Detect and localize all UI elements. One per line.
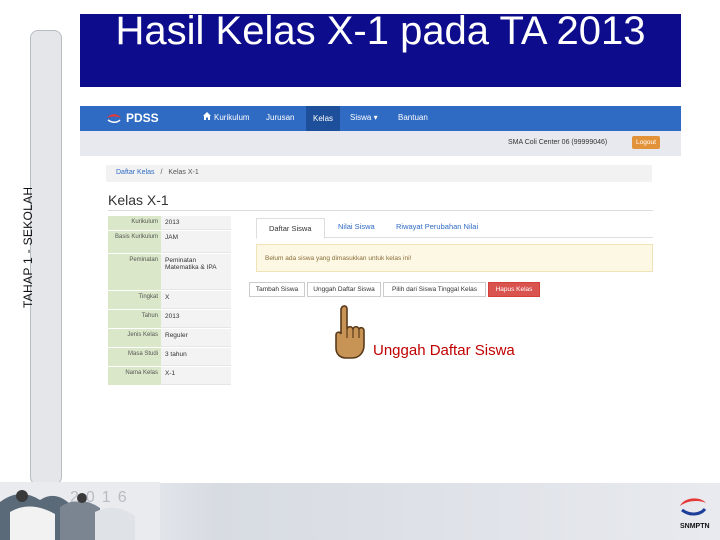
info-key: Tahun bbox=[108, 310, 161, 328]
info-value: 2013 bbox=[161, 216, 231, 230]
info-row: Peminatan Peminatan Matematika & IPA bbox=[108, 254, 231, 291]
tab-nilai-siswa[interactable]: Nilai Siswa bbox=[338, 222, 375, 231]
pilih-siswa-tinggal-kelas-button[interactable]: Pilih dari Siswa Tinggal Kelas bbox=[383, 282, 486, 297]
info-value: X bbox=[161, 291, 231, 309]
info-value: X-1 bbox=[161, 367, 231, 385]
info-row: Basis Kurikulum JAM bbox=[108, 231, 231, 254]
info-row: Masa Studi 3 tahun bbox=[108, 348, 231, 367]
nav-kelas[interactable]: Kelas bbox=[306, 106, 341, 131]
home-icon[interactable] bbox=[202, 111, 212, 121]
page-heading: Kelas X-1 bbox=[108, 192, 169, 208]
info-key: Masa Studi bbox=[108, 348, 161, 366]
app-screenshot: PDSS Kurikulum Jurusan Kelas Siswa ▾ Ban… bbox=[80, 106, 681, 406]
info-key: Kurikulum bbox=[108, 216, 161, 230]
school-name: SMA Coli Center 06 (99999046) bbox=[508, 139, 608, 146]
title-bar: Hasil Kelas X-1 pada TA 2013 bbox=[80, 14, 681, 87]
info-row: Kurikulum 2013 bbox=[108, 216, 231, 231]
hapus-kelas-button[interactable]: Hapus Kelas bbox=[488, 282, 540, 297]
info-key: Tingkat bbox=[108, 291, 161, 309]
year-label: 2016 bbox=[70, 489, 134, 506]
breadcrumb: Daftar Kelas / Kelas X-1 bbox=[106, 165, 652, 182]
info-row: Tahun 2013 bbox=[108, 310, 231, 329]
info-value: 3 tahun bbox=[161, 348, 231, 366]
brand[interactable]: PDSS bbox=[126, 111, 159, 125]
info-key: Jenis Kelas bbox=[108, 329, 161, 347]
info-value: 2013 bbox=[161, 310, 231, 328]
logout-button[interactable]: Logout bbox=[632, 136, 660, 149]
slide-title: Hasil Kelas X-1 pada TA 2013 bbox=[115, 14, 646, 53]
info-value: Reguler bbox=[161, 329, 231, 347]
info-key: Basis Kurikulum bbox=[108, 231, 161, 253]
nav-kurikulum[interactable]: Kurikulum bbox=[214, 113, 250, 122]
info-row: Tingkat X bbox=[108, 291, 231, 310]
breadcrumb-separator: / bbox=[160, 169, 163, 176]
pdss-logo-icon bbox=[107, 114, 121, 123]
snmptn-logo-text: SNMPTN bbox=[680, 523, 710, 530]
navbar: PDSS Kurikulum Jurusan Kelas Siswa ▾ Ban… bbox=[80, 106, 681, 131]
info-row: Jenis Kelas Reguler bbox=[108, 329, 231, 348]
nav-bantuan[interactable]: Bantuan bbox=[398, 113, 428, 122]
empty-alert: Belum ada siswa yang dimasukkan untuk ke… bbox=[256, 244, 653, 272]
tab-riwayat-perubahan-nilai[interactable]: Riwayat Perubahan Nilai bbox=[396, 222, 478, 231]
info-key: Nama Kelas bbox=[108, 367, 161, 385]
info-key: Peminatan bbox=[108, 254, 161, 290]
subbar: SMA Coli Center 06 (99999046) Logout bbox=[80, 131, 681, 156]
breadcrumb-parent[interactable]: Daftar Kelas bbox=[116, 169, 155, 176]
nav-jurusan[interactable]: Jurusan bbox=[266, 113, 294, 122]
info-value: JAM bbox=[161, 231, 231, 253]
heading-divider bbox=[108, 210, 653, 211]
tabs: Daftar Siswa Nilai Siswa Riwayat Perubah… bbox=[256, 218, 653, 239]
class-info-table: Kurikulum 2013 Basis Kurikulum JAM Peminat… bbox=[108, 216, 231, 386]
info-row: Nama Kelas X-1 bbox=[108, 367, 231, 386]
pointing-hand-icon bbox=[335, 305, 365, 359]
caption-unggah-daftar-siswa: Unggah Daftar Siswa bbox=[373, 342, 515, 359]
unggah-daftar-siswa-button[interactable]: Unggah Daftar Siswa bbox=[307, 282, 381, 297]
side-tab-label: TAHAP 1 - SEKOLAH bbox=[21, 186, 35, 308]
tab-daftar-siswa[interactable]: Daftar Siswa bbox=[256, 218, 325, 239]
breadcrumb-current: Kelas X-1 bbox=[168, 169, 199, 176]
nav-siswa[interactable]: Siswa ▾ bbox=[350, 113, 378, 122]
tambah-siswa-button[interactable]: Tambah Siswa bbox=[249, 282, 305, 297]
snmptn-logo-icon bbox=[680, 498, 707, 516]
info-value: Peminatan Matematika & IPA bbox=[161, 254, 231, 290]
